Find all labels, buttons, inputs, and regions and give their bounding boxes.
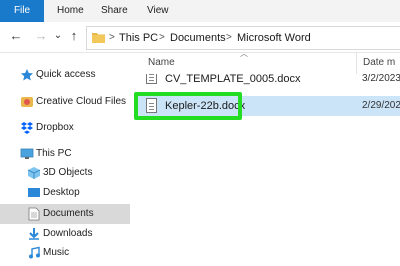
sidebar-item-label: Creative Cloud Files xyxy=(36,96,127,107)
dropbox-icon xyxy=(21,122,33,134)
music-icon xyxy=(29,246,40,259)
tab-share[interactable]: Share xyxy=(101,0,128,22)
tab-file[interactable]: File xyxy=(0,0,44,22)
navigation-pane: Quick access Creative Cloud Files Dropbo… xyxy=(0,53,130,266)
forward-button[interactable]: → xyxy=(33,27,49,45)
sidebar-item-label: Downloads xyxy=(43,228,93,239)
file-name: CV_TEMPLATE_0005.docx xyxy=(165,74,301,85)
sidebar-item-creative-cloud[interactable]: Creative Cloud Files xyxy=(0,92,130,112)
sidebar-item-label: Documents xyxy=(43,208,94,219)
column-header-date[interactable]: Date m xyxy=(363,56,395,70)
up-button[interactable]: ↑ xyxy=(66,27,82,45)
tab-home[interactable]: Home xyxy=(57,0,84,22)
documents-icon xyxy=(28,207,40,221)
breadcrumb-this-pc[interactable]: This PC xyxy=(119,27,158,49)
file-row[interactable]: CV_TEMPLATE_0005.docx 3/2/2023 xyxy=(138,74,400,86)
sidebar-item-documents[interactable]: Documents xyxy=(0,204,130,224)
column-header-name[interactable]: Name xyxy=(148,56,175,70)
tab-view[interactable]: View xyxy=(147,0,169,22)
ribbon: File Home Share View xyxy=(0,0,400,22)
file-date: 2/29/2023 xyxy=(362,100,400,111)
back-button[interactable]: ← xyxy=(8,27,24,45)
computer-icon xyxy=(20,148,34,159)
sidebar-item-downloads[interactable]: Downloads xyxy=(0,224,130,244)
address-row: ← → ⌄ ↑ > This PC > Documents > Microsof… xyxy=(0,22,400,53)
sidebar-item-desktop[interactable]: Desktop xyxy=(0,183,130,203)
breadcrumb-documents[interactable]: Documents xyxy=(170,27,226,49)
breadcrumb-separator: > xyxy=(159,32,165,43)
folder-icon xyxy=(92,33,105,43)
file-date: 3/2/2023 xyxy=(362,74,400,84)
sidebar-item-label: 3D Objects xyxy=(43,167,93,178)
sidebar-item-dropbox[interactable]: Dropbox xyxy=(0,118,130,138)
sidebar-item-quick-access[interactable]: Quick access xyxy=(0,65,130,85)
creative-cloud-icon xyxy=(21,97,33,107)
sidebar-item-label: Desktop xyxy=(43,187,80,198)
recent-locations-button[interactable]: ⌄ xyxy=(50,27,66,45)
breadcrumb-separator: > xyxy=(226,32,232,43)
collapse-chevron-icon[interactable]: ︿ xyxy=(240,48,248,59)
highlight-box xyxy=(134,92,242,120)
breadcrumb-microsoft-word[interactable]: Microsoft Word xyxy=(237,27,311,49)
sidebar-item-music[interactable]: Music xyxy=(0,243,130,263)
sidebar-item-label: This PC xyxy=(36,148,72,159)
download-icon xyxy=(29,228,39,240)
desktop-icon xyxy=(28,188,40,197)
cube-icon xyxy=(27,167,41,179)
address-bar[interactable]: > This PC > Documents > Microsoft Word xyxy=(86,26,400,50)
sidebar-item-label: Music xyxy=(43,247,70,258)
breadcrumb-separator: > xyxy=(109,32,115,43)
word-document-icon xyxy=(146,74,157,84)
column-divider[interactable] xyxy=(356,52,357,74)
star-icon xyxy=(21,69,33,81)
sidebar-item-3d-objects[interactable]: 3D Objects xyxy=(0,163,130,183)
sidebar-item-label: Dropbox xyxy=(36,122,74,133)
sidebar-item-this-pc[interactable]: This PC xyxy=(0,144,130,164)
sidebar-item-label: Quick access xyxy=(36,69,96,80)
